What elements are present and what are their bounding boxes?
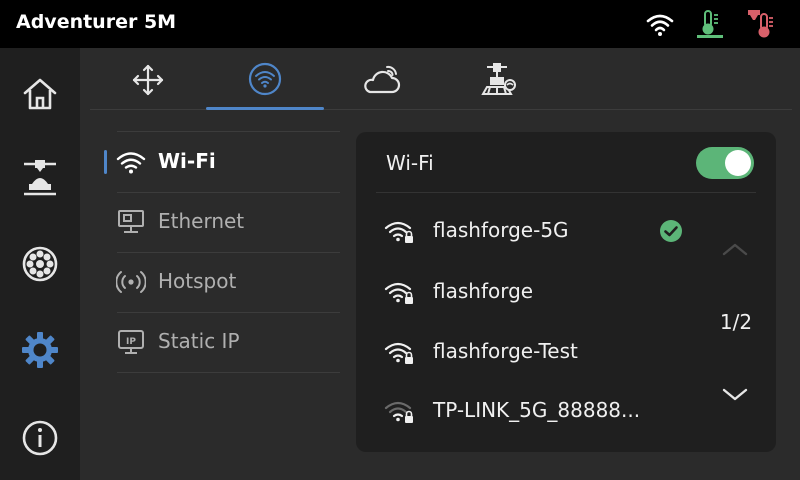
network-ssid: flashforge-5G	[433, 218, 569, 242]
wifi-icon	[646, 14, 674, 36]
menu-divider	[117, 372, 340, 373]
toggle-knob	[725, 150, 751, 176]
cloud-icon[interactable]	[352, 58, 412, 102]
active-indicator	[104, 150, 107, 174]
wifi-weak-lock-icon	[384, 401, 413, 423]
filament-spool-icon[interactable]	[20, 244, 60, 284]
connected-check-icon	[660, 220, 682, 242]
nozzle-temperature-icon	[748, 10, 773, 38]
menu-item-label: Static IP	[158, 329, 240, 353]
menu-item-wifi[interactable]: Wi-Fi	[104, 132, 340, 192]
network-item[interactable]: TP-LINK_5G_88888...	[376, 382, 696, 440]
menu-item-label: Ethernet	[158, 209, 245, 233]
menu-item-label: Wi-Fi	[158, 149, 216, 173]
menu-item-hotspot[interactable]: Hotspot	[104, 252, 340, 312]
wifi-panel-title: Wi-Fi	[386, 151, 434, 175]
network-ssid: TP-LINK_5G_88888...	[433, 398, 641, 422]
info-icon[interactable]	[20, 418, 60, 458]
top-status-bar: Adventurer 5M	[0, 0, 800, 48]
move-arrows-icon[interactable]	[118, 58, 178, 102]
print-extruder-icon[interactable]	[20, 158, 60, 198]
camera-printer-icon[interactable]	[469, 58, 529, 102]
hotspot-icon	[116, 271, 146, 293]
ethernet-icon	[118, 210, 144, 233]
wifi-lock-icon	[384, 221, 413, 243]
page-indicator: 1/2	[719, 310, 753, 334]
tabs-divider	[90, 109, 792, 110]
wifi-circle-icon[interactable]	[235, 58, 295, 102]
wifi-lock-icon	[384, 342, 413, 364]
network-item[interactable]: flashforge-Test	[376, 323, 696, 381]
svg-text:IP: IP	[126, 337, 136, 347]
chevron-down-icon[interactable]	[720, 382, 750, 406]
menu-item-label: Hotspot	[158, 269, 237, 293]
static-ip-icon: IP	[118, 330, 144, 354]
panel-divider	[376, 192, 756, 193]
wifi-panel: Wi-Fi flashforge-5G flashforge flashforg…	[356, 132, 776, 452]
active-tab-underline	[206, 107, 324, 110]
gear-icon[interactable]	[20, 330, 60, 370]
menu-item-static-ip[interactable]: IP Static IP	[104, 312, 340, 372]
home-icon[interactable]	[20, 74, 60, 114]
network-ssid: flashforge	[433, 279, 534, 303]
network-item[interactable]: flashforge-5G	[376, 202, 696, 260]
wifi-lock-icon	[384, 282, 413, 304]
app-title: Adventurer 5M	[16, 11, 177, 33]
network-ssid: flashforge-Test	[433, 339, 578, 363]
network-item[interactable]: flashforge	[376, 263, 696, 321]
chevron-up-icon[interactable]	[720, 238, 750, 262]
bed-temperature-icon	[697, 10, 723, 38]
menu-item-ethernet[interactable]: Ethernet	[104, 192, 340, 252]
wifi-icon	[116, 152, 146, 174]
wifi-toggle[interactable]	[696, 147, 754, 179]
